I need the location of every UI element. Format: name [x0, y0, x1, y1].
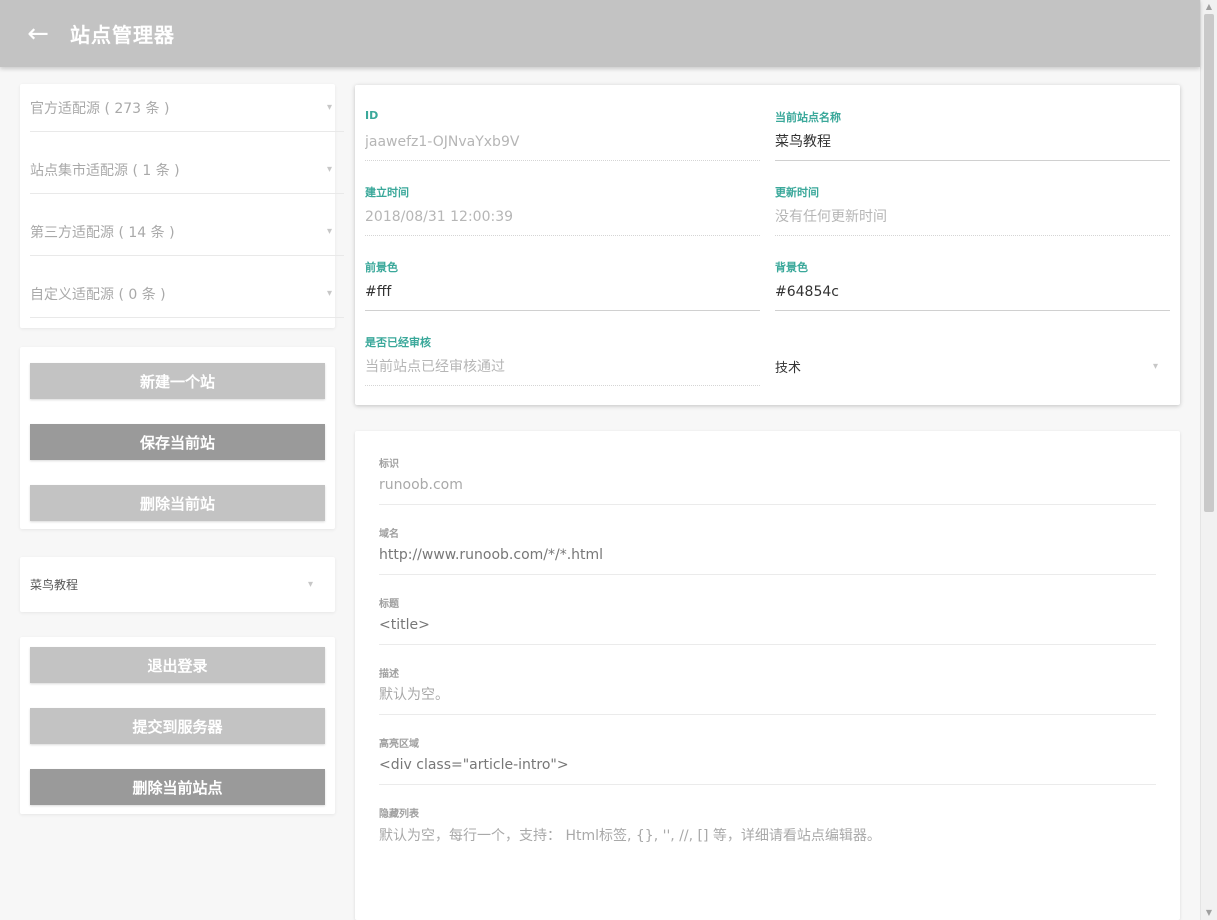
site-actions-panel: 新建一个站 保存当前站 删除当前站 [20, 347, 335, 529]
sources-panel: 官方适配源 ( 273 条 ) ▾ 站点集市适配源 ( 1 条 ) ▾ 第三方适… [20, 84, 344, 328]
id-value: jaawefz1-OJNvaYxb9V [365, 125, 760, 161]
rule-label: 高亮区域 [379, 739, 419, 750]
save-site-button[interactable]: 保存当前站 [30, 424, 325, 460]
source-item-thirdparty[interactable]: 第三方适配源 ( 14 条 ) ▾ [30, 208, 344, 256]
review-field: 是否已经审核 当前站点已经审核通过 [365, 334, 760, 386]
page-title: 站点管理器 [70, 23, 175, 47]
foreground-color-input[interactable]: #fff [365, 275, 760, 311]
domain-rule[interactable]: 域名 http://www.runoob.com/*/*.html [379, 525, 1156, 575]
created-value: 2018/08/31 12:00:39 [365, 200, 760, 236]
rule-label: 描述 [379, 669, 399, 680]
rule-label: 隐藏列表 [379, 809, 419, 820]
chevron-down-icon: ▾ [1152, 360, 1158, 372]
rule-label: 标题 [379, 599, 399, 610]
submit-server-button[interactable]: 提交到服务器 [30, 708, 325, 744]
new-site-button[interactable]: 新建一个站 [30, 363, 325, 399]
highlight-input[interactable]: <div class="article-intro"> [379, 749, 1156, 785]
chevron-down-icon: ▾ [326, 164, 332, 175]
app-bar: ← 站点管理器 [0, 0, 1200, 67]
highlight-rule[interactable]: 高亮区域 <div class="article-intro"> [379, 735, 1156, 785]
foreground-color-field[interactable]: 前景色 #fff [365, 259, 760, 311]
field-label: 建立时间 [365, 186, 409, 199]
chevron-down-icon: ▾ [326, 102, 332, 113]
rule-label: 域名 [379, 529, 399, 540]
source-item-custom[interactable]: 自定义适配源 ( 0 条 ) ▾ [30, 270, 344, 318]
id-field: ID jaawefz1-OJNvaYxb9V [365, 109, 760, 161]
site-info-panel: ID jaawefz1-OJNvaYxb9V 当前站点名称 菜鸟教程 建立时间 … [355, 85, 1180, 405]
ident-input[interactable]: runoob.com [379, 469, 1156, 505]
page-scrollbar[interactable]: ▲ ▼ [1200, 0, 1217, 920]
source-label: 第三方适配源 ( 14 条 ) [30, 224, 175, 241]
delete-site-button[interactable]: 删除当前站 [30, 485, 325, 521]
created-field: 建立时间 2018/08/31 12:00:39 [365, 184, 760, 236]
rule-label: 标识 [379, 459, 399, 470]
site-select-panel: 菜鸟教程 ▾ [20, 557, 335, 612]
source-label: 自定义适配源 ( 0 条 ) [30, 286, 166, 303]
chevron-down-icon: ▾ [307, 579, 313, 590]
field-label: 更新时间 [775, 186, 819, 199]
site-select-dropdown[interactable]: 菜鸟教程 ▾ [30, 557, 325, 612]
ident-rule[interactable]: 标识 runoob.com [379, 455, 1156, 505]
delete-current-site-button[interactable]: 删除当前站点 [30, 769, 325, 805]
scroll-up-icon[interactable]: ▲ [1204, 2, 1214, 12]
back-arrow-icon[interactable]: ← [22, 18, 54, 50]
site-select-value: 菜鸟教程 [30, 578, 79, 592]
background-color-field[interactable]: 背景色 #64854c [775, 259, 1170, 311]
source-item-market[interactable]: 站点集市适配源 ( 1 条 ) ▾ [30, 146, 344, 194]
domain-input[interactable]: http://www.runoob.com/*/*.html [379, 539, 1156, 575]
source-label: 官方适配源 ( 273 条 ) [30, 100, 170, 117]
chevron-down-icon: ▾ [326, 288, 332, 299]
updated-field: 更新时间 没有任何更新时间 [775, 184, 1170, 236]
category-value: 技术 [775, 360, 802, 376]
hidden-rule[interactable]: 隐藏列表 默认为空，每行一个，支持： Html标签, {}, '', //, [… [379, 805, 1156, 920]
scroll-down-icon[interactable]: ▼ [1204, 908, 1214, 918]
desc-input[interactable]: 默认为空。 [379, 679, 1156, 715]
field-label: ID [365, 109, 379, 122]
desc-rule[interactable]: 描述 默认为空。 [379, 665, 1156, 715]
title-rule[interactable]: 标题 <title> [379, 595, 1156, 645]
site-name-field[interactable]: 当前站点名称 菜鸟教程 [775, 109, 1170, 161]
field-label: 当前站点名称 [775, 111, 841, 124]
title-input[interactable]: <title> [379, 609, 1156, 645]
category-select-dropdown[interactable]: 技术 ▾ [775, 347, 1170, 385]
background-color-input[interactable]: #64854c [775, 275, 1170, 311]
field-label: 背景色 [775, 261, 808, 274]
source-item-official[interactable]: 官方适配源 ( 273 条 ) ▾ [30, 84, 344, 132]
hidden-list-textarea[interactable]: 默认为空，每行一个，支持： Html标签, {}, '', //, [] 等，详… [379, 819, 1156, 920]
updated-value: 没有任何更新时间 [775, 200, 1170, 236]
site-name-input[interactable]: 菜鸟教程 [775, 125, 1170, 161]
site-rules-panel: 标识 runoob.com 域名 http://www.runoob.com/*… [355, 431, 1180, 920]
scrollbar-thumb[interactable] [1204, 14, 1214, 512]
source-label: 站点集市适配源 ( 1 条 ) [30, 162, 180, 179]
logout-button[interactable]: 退出登录 [30, 647, 325, 683]
field-label: 前景色 [365, 261, 398, 274]
chevron-down-icon: ▾ [326, 226, 332, 237]
account-actions-panel: 退出登录 提交到服务器 删除当前站点 [20, 637, 335, 814]
review-value: 当前站点已经审核通过 [365, 350, 760, 386]
field-label: 是否已经审核 [365, 336, 431, 349]
